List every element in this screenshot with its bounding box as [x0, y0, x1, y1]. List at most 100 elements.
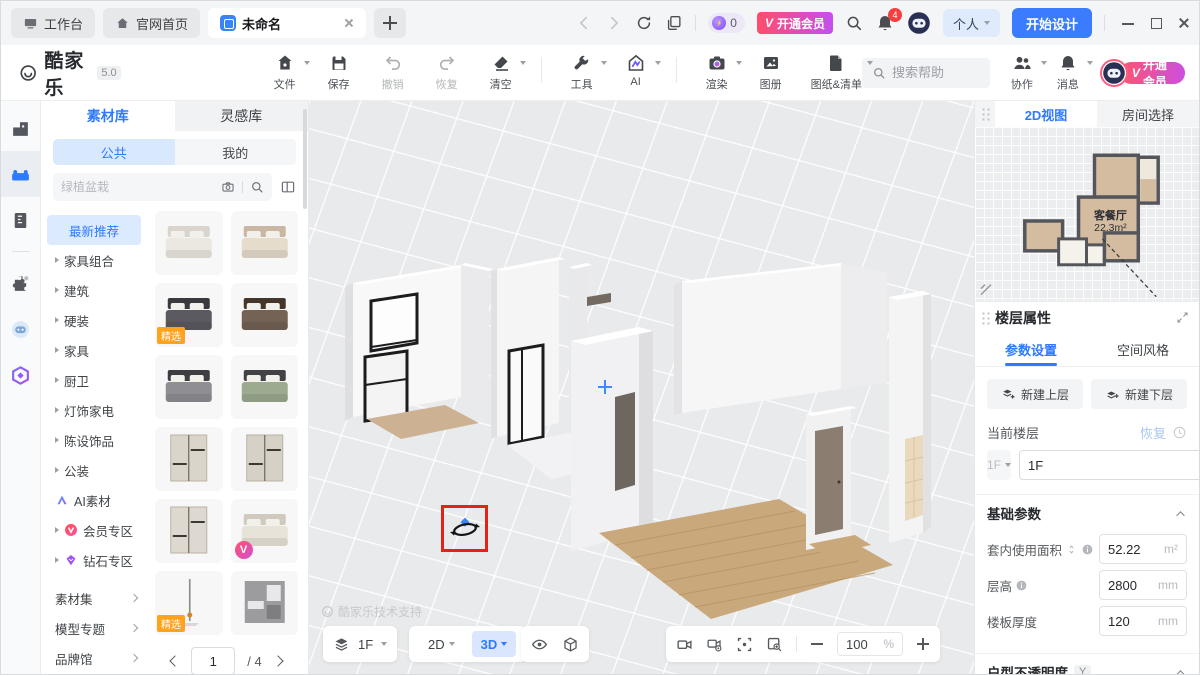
param-input-box[interactable]: 120mm — [1099, 606, 1187, 636]
toggle-public[interactable]: 公共 — [53, 139, 175, 165]
prev-page-icon[interactable] — [170, 655, 181, 666]
visibility-icon[interactable] — [531, 636, 548, 653]
drag-handle-icon[interactable] — [981, 107, 991, 121]
product-thumbnail[interactable] — [155, 427, 223, 491]
tab-inspiration-library[interactable]: 灵感库 — [175, 101, 309, 131]
category-厨卫[interactable]: 厨卫 — [47, 365, 147, 395]
product-thumbnail[interactable] — [231, 427, 299, 491]
assistant-avatar[interactable] — [907, 11, 931, 35]
vip-member-button[interactable]: V开通会员 — [1100, 59, 1185, 87]
2d-minimap[interactable]: 客餐厅 22.3m² — [975, 127, 1199, 301]
help-search-input[interactable] — [892, 65, 980, 80]
material-search-input[interactable] — [61, 180, 214, 194]
back-icon[interactable] — [575, 14, 593, 32]
category-硬装[interactable]: 硬装 — [47, 305, 147, 335]
category-钻石专区[interactable]: 钻石专区 — [47, 545, 147, 575]
resize-handle-icon[interactable] — [981, 285, 991, 295]
3d-viewport[interactable]: 酷家乐技术支持 1F 2D 3D — [309, 101, 976, 675]
category-家具组合[interactable]: 家具组合 — [47, 245, 147, 275]
account-menu[interactable]: 个人 — [943, 9, 1000, 37]
focus-center-icon[interactable] — [736, 636, 753, 653]
zoom-level-input[interactable] — [846, 637, 876, 652]
image-search-icon[interactable] — [221, 180, 235, 194]
zoom-out-button[interactable] — [810, 637, 824, 651]
camera-settings-icon[interactable] — [706, 636, 723, 653]
tab-untitled[interactable]: 未命名 — [208, 8, 366, 38]
new-tab-button[interactable] — [374, 8, 406, 38]
toolbar-item-save[interactable]: 保存 — [325, 53, 353, 92]
category-最新推荐[interactable]: 最新推荐 — [47, 215, 141, 245]
rail-item-custom-tool[interactable] — [1, 197, 41, 243]
product-thumbnail[interactable] — [231, 211, 299, 275]
category-家具[interactable]: 家具 — [47, 335, 147, 365]
close-icon[interactable] — [1177, 16, 1191, 30]
product-thumbnail[interactable] — [231, 571, 299, 635]
help-search-box[interactable] — [862, 58, 990, 88]
layout-columns-icon[interactable] — [280, 179, 296, 195]
history-clock-icon[interactable] — [1172, 425, 1187, 440]
cube-view-icon[interactable] — [562, 636, 579, 653]
product-thumbnail[interactable] — [155, 355, 223, 419]
product-thumbnail[interactable]: 精选 — [155, 283, 223, 347]
product-thumbnail[interactable] — [155, 499, 223, 563]
info-icon[interactable] — [1081, 543, 1094, 556]
product-thumbnail[interactable] — [231, 355, 299, 419]
search-icon[interactable] — [250, 180, 264, 194]
rail-item-brand-logo[interactable] — [1, 352, 41, 398]
category-建筑[interactable]: 建筑 — [47, 275, 147, 305]
category-陈设饰品[interactable]: 陈设饰品 — [47, 425, 147, 455]
product-thumbnail[interactable]: V — [231, 499, 299, 563]
search-icon[interactable] — [845, 14, 863, 32]
collapse-icon[interactable] — [1174, 507, 1187, 520]
category-品牌馆[interactable]: 品牌馆 — [47, 643, 147, 673]
tab-material-library[interactable]: 素材库 — [41, 101, 175, 131]
rail-item-ai-assistant[interactable] — [1, 306, 41, 352]
restore-link[interactable]: 恢复 — [1140, 423, 1166, 442]
param-input-box[interactable]: 52.22m² — [1099, 534, 1187, 564]
category-AI素材[interactable]: AI素材 — [47, 485, 147, 515]
scrollbar[interactable] — [303, 109, 307, 209]
expand-icon[interactable] — [1176, 311, 1189, 324]
duplicate-icon[interactable] — [665, 14, 683, 32]
param-input-box[interactable]: 2800mm — [1099, 570, 1187, 600]
minimize-icon[interactable] — [1121, 16, 1135, 30]
mode-2d-button[interactable]: 2D — [419, 631, 464, 657]
collaborate-button[interactable]: 协作 — [1008, 53, 1036, 92]
rail-item-blocks-tool[interactable] — [1, 105, 41, 151]
toolbar-item-album[interactable]: 图册 — [757, 53, 785, 92]
floor-select-dropdown[interactable]: 1F — [987, 450, 1011, 480]
category-公装[interactable]: 公装 — [47, 455, 147, 485]
tab-close-icon[interactable] — [342, 17, 354, 29]
tab-workbench[interactable]: 工作台 — [11, 8, 95, 38]
forward-icon[interactable] — [605, 14, 623, 32]
camera-view-icon[interactable] — [676, 636, 693, 653]
category-模型专题[interactable]: 模型专题 — [47, 613, 147, 643]
new-upper-floor-button[interactable]: 新建上层 — [987, 379, 1083, 409]
tab-room-select[interactable]: 房间选择 — [1097, 101, 1199, 127]
toolbar-item-aihome[interactable]: AI — [622, 53, 650, 88]
refresh-icon[interactable] — [635, 14, 653, 32]
toolbar-item-eraser[interactable]: 清空 — [487, 53, 515, 92]
category-灯饰家电[interactable]: 灯饰家电 — [47, 395, 147, 425]
tab-2d-view[interactable]: 2D视图 — [995, 101, 1097, 127]
drag-handle-icon[interactable] — [981, 311, 991, 325]
tab-space-style[interactable]: 空间风格 — [1087, 333, 1199, 366]
product-thumbnail[interactable] — [155, 211, 223, 275]
floor-selector[interactable]: 1F — [358, 637, 373, 652]
product-thumbnail[interactable]: 精选 — [155, 571, 223, 635]
toolbar-item-doc[interactable]: 图纸&清单 — [811, 53, 862, 92]
next-page-icon[interactable] — [272, 655, 283, 666]
collapse-icon[interactable] — [1174, 666, 1187, 675]
maximize-icon[interactable] — [1149, 16, 1163, 30]
zoom-area-icon[interactable] — [766, 636, 783, 653]
product-thumbnail[interactable] — [231, 283, 299, 347]
tab-parameter-settings[interactable]: 参数设置 — [975, 333, 1087, 366]
floor-name-input[interactable] — [1019, 450, 1200, 480]
rail-item-furnishing-tool[interactable] — [1, 151, 41, 197]
category-会员专区[interactable]: 会员专区 — [47, 515, 147, 545]
material-search-box[interactable] — [53, 173, 272, 201]
token-balance[interactable]: 0 — [708, 13, 745, 33]
new-lower-floor-button[interactable]: 新建下层 — [1091, 379, 1187, 409]
info-icon[interactable] — [1015, 579, 1028, 592]
toolbar-item-filehome[interactable]: 文件 — [271, 53, 299, 92]
